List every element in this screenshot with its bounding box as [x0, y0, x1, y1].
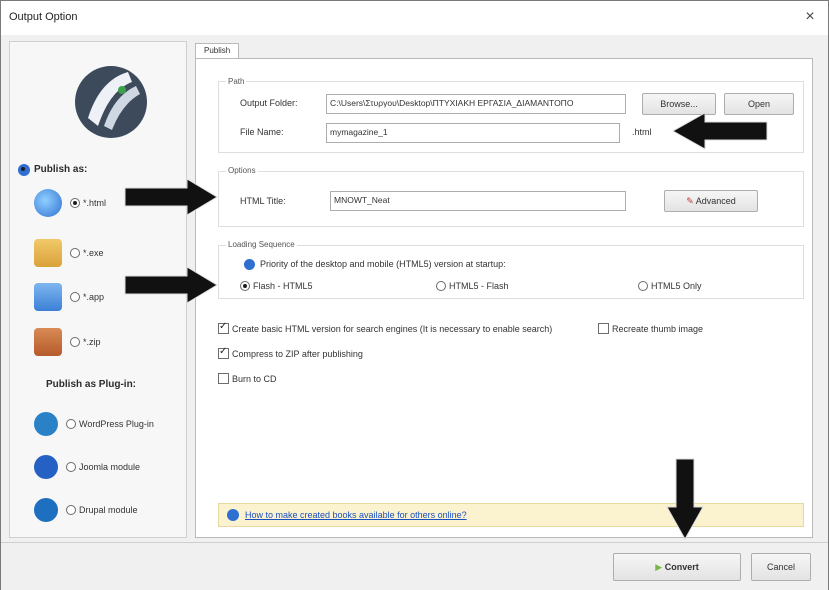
drupal-icon: [34, 498, 58, 522]
advanced-label: Advanced: [695, 196, 736, 206]
box-icon: [34, 239, 62, 267]
convert-label: Convert: [664, 562, 699, 572]
compress-zip-label: Compress to ZIP after publishing: [232, 348, 363, 359]
flash-html5-radio[interactable]: [240, 281, 250, 291]
info-dot-icon: [244, 259, 255, 270]
zip-radio[interactable]: [70, 337, 80, 347]
drupal-option-label: Drupal module: [79, 505, 138, 515]
html5-flash-label: HTML5 - Flash: [449, 281, 509, 291]
wordpress-icon: [34, 412, 58, 436]
globe-icon: [34, 189, 62, 217]
drupal-radio[interactable]: [66, 505, 76, 515]
tab-strip: Publish: [195, 41, 813, 59]
path-group-title: Path: [226, 77, 247, 86]
app-option-label: *.app: [83, 292, 105, 302]
options-group-title: Options: [226, 166, 258, 175]
html5-only-choice[interactable]: HTML5 Only: [638, 281, 702, 291]
html-radio[interactable]: [70, 198, 80, 208]
wordpress-option-label: WordPress Plug-in: [79, 419, 154, 429]
info-bar: How to make created books available for …: [218, 503, 804, 527]
create-basic-html-label: Create basic HTML version for search eng…: [232, 323, 553, 334]
html-title-field[interactable]: MNOWT_Neat: [330, 191, 626, 211]
html5-only-radio[interactable]: [638, 281, 648, 291]
priority-text: Priority of the desktop and mobile (HTML…: [260, 259, 506, 269]
publish-as-heading: Publish as:: [34, 164, 88, 175]
html-option-label: *.html: [83, 198, 107, 208]
zip-option-label: *.zip: [83, 337, 101, 347]
annotation-arrow-file-extension: [671, 112, 768, 150]
exe-radio[interactable]: [70, 248, 80, 258]
html5-flash-choice[interactable]: HTML5 - Flash: [436, 281, 509, 291]
book-icon: [34, 328, 62, 356]
annotation-arrow-loading-sequence: [124, 266, 218, 304]
flash-html5-label: Flash - HTML5: [253, 281, 313, 291]
app-radio[interactable]: [70, 292, 80, 302]
output-option-dialog: Output Option × Publish as: *.html *.exe…: [0, 0, 829, 590]
html5-only-label: HTML5 Only: [651, 281, 702, 291]
advanced-button[interactable]: ✎ Advanced: [664, 190, 758, 212]
html5-flash-radio[interactable]: [436, 281, 446, 291]
joomla-option-label: Joomla module: [79, 462, 141, 472]
recreate-thumb-checkbox[interactable]: Recreate thumb image: [598, 323, 703, 334]
annotation-arrow-html-option: [124, 178, 218, 216]
convert-button[interactable]: ▶ Convert: [613, 553, 741, 581]
window-title: Output Option: [9, 11, 78, 23]
html-title-label: HTML Title:: [240, 196, 286, 206]
compress-zip-box[interactable]: [218, 346, 229, 359]
annotation-arrow-convert: [666, 458, 704, 541]
burn-cd-label: Burn to CD: [232, 373, 277, 384]
joomla-icon: [34, 455, 58, 479]
compress-zip-checkbox[interactable]: Compress to ZIP after publishing: [218, 346, 363, 359]
output-folder-label: Output Folder:: [240, 98, 298, 108]
loading-group-title: Loading Sequence: [226, 240, 297, 249]
file-extension: .html: [632, 127, 652, 137]
convert-play-icon: ▶: [655, 562, 663, 572]
joomla-module-option[interactable]: Joomla module: [34, 452, 140, 482]
exe-option-label: *.exe: [83, 248, 104, 258]
close-icon[interactable]: ×: [800, 7, 820, 27]
joomla-radio[interactable]: [66, 462, 76, 472]
tab-publish[interactable]: Publish: [195, 43, 240, 59]
file-name-field[interactable]: mymagazine_1: [326, 123, 620, 143]
publish-app-option[interactable]: *.app: [34, 282, 104, 312]
publish-html-option[interactable]: *.html: [34, 188, 106, 218]
online-books-help-link[interactable]: How to make created books available for …: [245, 510, 467, 520]
create-basic-html-checkbox[interactable]: Create basic HTML version for search eng…: [218, 321, 553, 334]
cancel-button[interactable]: Cancel: [751, 553, 811, 581]
dialog-footer: ▶ Convert Cancel: [1, 542, 828, 590]
burn-cd-box[interactable]: [218, 373, 229, 384]
drupal-module-option[interactable]: Drupal module: [34, 495, 138, 525]
recreate-thumb-label: Recreate thumb image: [612, 323, 704, 334]
burn-cd-checkbox[interactable]: Burn to CD: [218, 373, 277, 384]
create-basic-html-box[interactable]: [218, 321, 229, 334]
file-name-label: File Name:: [240, 127, 284, 137]
advanced-icon: ✎: [686, 196, 694, 206]
wordpress-radio[interactable]: [66, 419, 76, 429]
title-bar: Output Option ×: [1, 1, 828, 35]
help-icon: [227, 509, 239, 521]
flash-html5-choice[interactable]: Flash - HTML5: [240, 281, 313, 291]
plugin-heading: Publish as Plug-in:: [46, 379, 137, 390]
publish-exe-option[interactable]: *.exe: [34, 238, 104, 268]
app-logo-icon: [75, 66, 147, 138]
wordpress-plugin-option[interactable]: WordPress Plug-in: [34, 409, 154, 439]
output-folder-field[interactable]: C:\Users\Στυργου\Desktop\ΠΤΥΧΙΑΚΗ ΕΡΓΑΣΙ…: [326, 94, 626, 114]
publish-as-indicator-icon: [18, 164, 30, 176]
recreate-thumb-box[interactable]: [598, 323, 609, 334]
publish-zip-option[interactable]: *.zip: [34, 327, 101, 357]
mac-icon: [34, 283, 62, 311]
